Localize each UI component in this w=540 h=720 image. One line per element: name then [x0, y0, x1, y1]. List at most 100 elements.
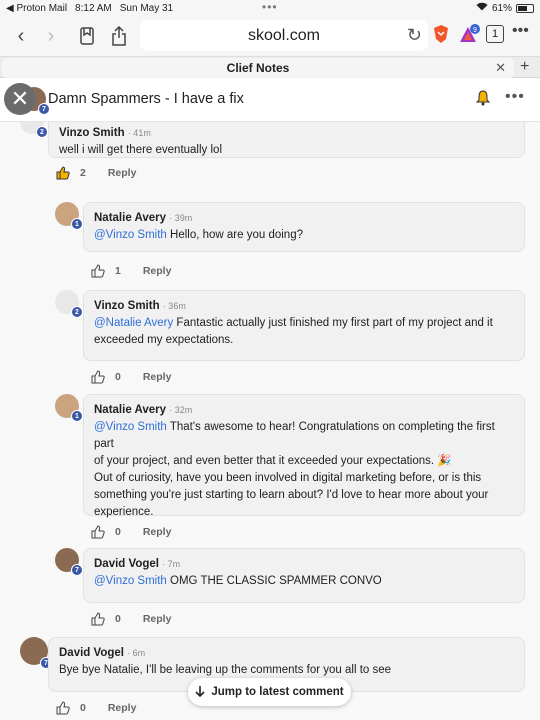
- author-name[interactable]: Natalie Avery: [94, 212, 166, 224]
- brave-shield-icon[interactable]: [432, 24, 450, 49]
- thumbs-up-icon[interactable]: [91, 264, 105, 278]
- level-badge: 2: [71, 306, 83, 318]
- level-badge: 1: [71, 218, 83, 230]
- comment-bubble: Natalie Avery · 39m @Vinzo Smith Hello, …: [83, 202, 525, 252]
- mention-link[interactable]: @Vinzo Smith: [94, 421, 167, 433]
- brave-rewards-icon[interactable]: 9: [459, 24, 481, 49]
- avatar: 1: [55, 202, 83, 230]
- avatar: 7: [20, 637, 52, 669]
- avatar: 2: [55, 290, 83, 318]
- close-icon[interactable]: ✕: [4, 83, 36, 115]
- level-badge: 1: [71, 410, 83, 422]
- share-icon[interactable]: [104, 21, 134, 51]
- comment-actions: 1 Reply: [91, 264, 171, 278]
- browser-toolbar: ‹ › skool.com ↻ 9 1 •••: [0, 16, 540, 56]
- comment-time: · 7m: [162, 559, 181, 569]
- comment-text: Out of curiosity, have you been involved…: [94, 472, 482, 484]
- comment-text: Fantastic actually just finished my firs…: [173, 317, 493, 329]
- back-app-label: Proton Mail: [16, 2, 68, 14]
- comment-actions: 0 Reply: [91, 370, 171, 384]
- back-to-app[interactable]: ◀ Proton Mail: [6, 3, 67, 14]
- reply-button[interactable]: Reply: [143, 613, 172, 625]
- clock: 8:12 AM: [75, 2, 112, 14]
- comment-text: something you're just starting to learn …: [94, 489, 489, 501]
- comment-time: · 39m: [169, 213, 193, 223]
- url-text: skool.com: [247, 26, 321, 44]
- mention-link[interactable]: @Natalie Avery: [94, 317, 173, 329]
- address-bar[interactable]: skool.com ↻: [140, 20, 428, 51]
- bookmarks-icon[interactable]: [72, 21, 102, 51]
- comment-text: exceeded my expectations.: [94, 334, 234, 346]
- battery-fill: [518, 5, 527, 11]
- reply-button[interactable]: Reply: [143, 526, 172, 538]
- post-options-icon[interactable]: •••: [505, 88, 525, 106]
- comment-text: OMG THE CLASSIC SPAMMER CONVO: [166, 575, 382, 587]
- comment-time: · 41m: [127, 128, 151, 138]
- bell-icon[interactable]: [475, 90, 491, 111]
- jump-label: Jump to latest comment: [211, 686, 344, 698]
- tab-count-button[interactable]: 1: [486, 25, 504, 43]
- more-menu-icon[interactable]: •••: [512, 22, 529, 40]
- comment-text: experience.: [94, 506, 154, 518]
- comment-actions: 0 Reply: [91, 612, 171, 626]
- date: Sun May 31: [119, 2, 174, 14]
- like-count: 0: [80, 702, 86, 714]
- mention-link[interactable]: @Vinzo Smith: [94, 229, 167, 241]
- avatar: 2: [20, 122, 48, 138]
- wifi-icon: [476, 2, 488, 14]
- post-header: ✕ 7 Damn Spammers - I have a fix •••: [0, 78, 540, 122]
- mention-link[interactable]: @Vinzo Smith: [94, 575, 167, 587]
- comment-time: · 6m: [127, 648, 146, 658]
- tab-title: Clief Notes: [226, 61, 290, 75]
- battery-percent: 61%: [491, 2, 512, 14]
- author-name[interactable]: David Vogel: [59, 647, 124, 659]
- comment-text: of your project, and even better that it…: [94, 455, 452, 467]
- new-tab-icon[interactable]: +: [520, 58, 529, 76]
- level-badge: 7: [71, 564, 83, 576]
- comment-actions: 2 Reply: [56, 166, 136, 180]
- comment-actions: 0 Reply: [56, 701, 136, 715]
- tab-clief-notes[interactable]: Clief Notes ✕: [2, 58, 514, 78]
- multitask-dots-icon[interactable]: •••: [262, 0, 278, 14]
- reply-button[interactable]: Reply: [108, 167, 137, 179]
- comment-actions: 0 Reply: [91, 525, 171, 539]
- reply-button[interactable]: Reply: [108, 702, 137, 714]
- like-count: 1: [115, 265, 121, 277]
- author-name[interactable]: David Vogel: [94, 558, 159, 570]
- comment-text: well i will get there eventually lol: [59, 144, 222, 156]
- arrow-down-icon: [195, 685, 205, 700]
- like-count: 0: [115, 526, 121, 538]
- reply-button[interactable]: Reply: [143, 371, 172, 383]
- like-count: 0: [115, 613, 121, 625]
- tab-bar: Clief Notes ✕ +: [0, 56, 540, 78]
- reply-button[interactable]: Reply: [143, 265, 172, 277]
- forward-icon[interactable]: ›: [36, 21, 66, 51]
- comment-feed: 2 Vinzo Smith · 41m well i will get ther…: [0, 122, 540, 720]
- battery-icon: [516, 3, 534, 13]
- post-title: Damn Spammers - I have a fix: [48, 91, 244, 107]
- svg-text:9: 9: [473, 27, 477, 34]
- comment-time: · 32m: [169, 405, 193, 415]
- author-name[interactable]: Vinzo Smith: [94, 300, 160, 312]
- like-count: 2: [80, 167, 86, 179]
- comment-bubble: Vinzo Smith · 41m well i will get there …: [48, 122, 525, 158]
- comment-text: Hello, how are you doing?: [166, 229, 303, 241]
- author-name[interactable]: Vinzo Smith: [59, 127, 125, 139]
- comment-bubble: Vinzo Smith · 36m @Natalie Avery Fantast…: [83, 290, 525, 361]
- back-icon[interactable]: ‹: [6, 21, 36, 51]
- avatar: 1: [55, 394, 83, 422]
- thumbs-up-icon[interactable]: [56, 166, 70, 180]
- thumbs-up-icon[interactable]: [91, 370, 105, 384]
- thumbs-up-icon[interactable]: [91, 525, 105, 539]
- avatar: 7: [55, 548, 83, 576]
- close-tab-icon[interactable]: ✕: [495, 60, 506, 76]
- thumbs-up-icon[interactable]: [91, 612, 105, 626]
- author-name[interactable]: Natalie Avery: [94, 404, 166, 416]
- like-count: 0: [115, 371, 121, 383]
- level-badge: 2: [36, 126, 48, 138]
- comment-bubble: Natalie Avery · 32m @Vinzo Smith That's …: [83, 394, 525, 518]
- thumbs-up-icon[interactable]: [56, 701, 70, 715]
- jump-to-latest-button[interactable]: Jump to latest comment: [188, 678, 351, 706]
- comment-text: Bye bye Natalie, I'll be leaving up the …: [59, 664, 392, 676]
- reload-icon[interactable]: ↻: [407, 25, 422, 46]
